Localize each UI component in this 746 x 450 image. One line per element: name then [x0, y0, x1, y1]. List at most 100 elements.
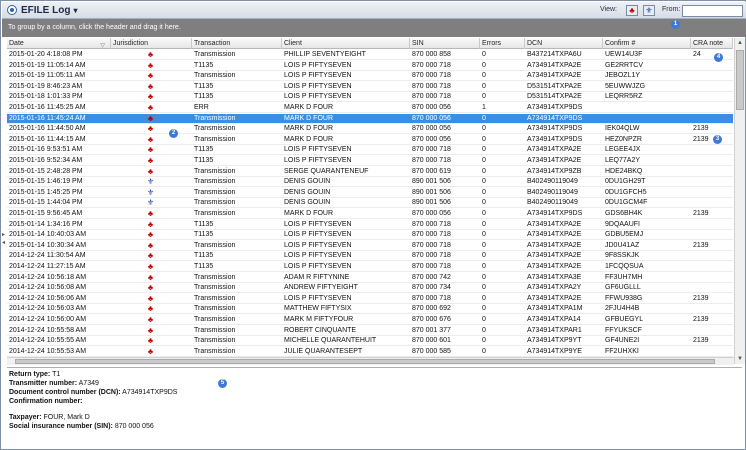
table-row[interactable]: 2014-12-24 11:30:54 AM ♣ T1135 LOIS P FIFTY… [7, 251, 733, 262]
transaction-cell: Transmission [194, 284, 236, 292]
table-row-selected[interactable]: 2015-01-16 11:45:24 AM ♣ Transmission MARK … [7, 113, 733, 124]
table-row[interactable]: 2014-12-24 10:56:03 AM ♣ Transmission MATTH… [7, 304, 733, 315]
column-header-date[interactable]: Date ▽ [7, 38, 111, 49]
dcn-cell: A734914TXPA2E [527, 241, 582, 249]
table-row[interactable]: 2015-01-15 2:48:28 PM ♣ Transmission SERGE … [7, 166, 733, 177]
errors-cell: 0 [482, 294, 486, 302]
table-row[interactable]: 2015-01-19 11:05:11 AM ♣ Transmission LOIS … [7, 71, 733, 82]
client-cell: LOIS P FIFTYSEVEN [284, 241, 352, 249]
fleur-de-lis-icon: ⚜ [147, 198, 155, 208]
from-date-input[interactable] [682, 5, 743, 17]
table-row[interactable]: 2015-01-16 9:52:34 AM ♣ T1135 LOIS P FIFTYS… [7, 156, 733, 166]
transaction-cell: Transmission [194, 337, 236, 345]
confirm-cell: FFWU938G [605, 294, 643, 302]
table-row[interactable]: 2014-12-24 10:56:00 AM ♣ Transmission MARK … [7, 315, 733, 325]
cra-note-cell: 2139 [693, 316, 709, 323]
transaction-cell: Transmission [194, 135, 236, 143]
column-header-jurisdiction[interactable]: Jurisdiction [111, 38, 192, 49]
window-title[interactable]: EFILE Log ▾ [21, 5, 77, 16]
scroll-down-icon[interactable]: ▼ [736, 355, 744, 363]
dcn-cell: A734914TXPA2E [527, 263, 582, 270]
maple-leaf-icon: ♣ [147, 219, 154, 229]
dcn-cell: A734914TXPAR1 [527, 326, 582, 334]
sin-cell: 870 000 056 [412, 114, 451, 122]
splitter-grip[interactable]: ▸ ◂ [2, 231, 6, 291]
date-cell: 2015-01-16 11:45:24 AM [9, 114, 86, 122]
table-row[interactable]: 2015-01-14 10:30:34 AM ♣ Transmission LOIS … [7, 240, 733, 251]
table-row[interactable]: 2015-01-14 10:40:03 AM ♣ T1135 LOIS P FIFTY… [7, 230, 733, 241]
table-row[interactable]: 2015-01-15 1:44:04 PM ⚜ Transmission DENIS … [7, 198, 733, 209]
filter-icon[interactable]: ▽ [100, 41, 105, 49]
table-row[interactable]: 2014-12-24 10:55:58 AM ♣ Transmission ROBER… [7, 325, 733, 336]
table-row[interactable]: 2015-01-19 11:05:14 AM ♣ T1135 LOIS P FIFTY… [7, 60, 733, 71]
cra-note-cell [691, 92, 733, 102]
table-row[interactable]: 2015-01-19 8:46:23 AM ♣ T1135 LOIS P FIFTYS… [7, 81, 733, 92]
scroll-up-icon[interactable]: ▲ [736, 39, 744, 47]
dcn-cell: B402490119049 [527, 178, 578, 186]
errors-cell: 0 [482, 337, 486, 345]
table-row[interactable]: 2014-12-24 10:55:55 AM ♣ Transmission MICHE… [7, 336, 733, 347]
view-canada-button[interactable]: ♣ [626, 5, 638, 16]
date-cell: 2015-01-15 1:46:19 PM [9, 178, 83, 186]
column-header-client[interactable]: Client [282, 38, 410, 49]
errors-cell: 0 [482, 252, 486, 260]
table-row[interactable]: 2014-12-24 10:56:06 AM ♣ Transmission LOIS … [7, 293, 733, 304]
cra-note-cell [691, 283, 733, 293]
client-cell: SERGE QUARANTENEUF [284, 167, 369, 175]
vertical-scroll-thumb[interactable] [736, 50, 744, 110]
table-row[interactable]: 2015-01-16 11:44:15 AM ♣ Transmission MARK … [7, 134, 733, 145]
transaction-cell: Transmission [194, 167, 236, 175]
chevron-down-icon[interactable]: ▾ [73, 6, 77, 15]
maple-leaf-icon: ♣ [147, 124, 154, 134]
detail-label: Transmitter number: [9, 380, 78, 387]
table-row[interactable]: 2015-01-16 11:45:25 AM ♣ ERR MARK D FOUR 870… [7, 103, 733, 113]
errors-cell: 0 [482, 347, 486, 355]
column-header-transaction[interactable]: Transaction [192, 38, 282, 49]
table-row[interactable]: 2015-01-16 11:44:50 AM ♣ Transmission MARK … [7, 124, 733, 135]
sin-cell: 870 000 718 [412, 61, 451, 69]
transaction-cell: T1135 [194, 93, 214, 101]
date-cell: 2014-12-24 11:27:15 AM [9, 263, 86, 270]
dcn-cell: A734914TXPA2E [527, 146, 582, 154]
table-row[interactable]: 2015-01-18 1:01:33 PM ♣ T1135 LOIS P FIFTYS… [7, 92, 733, 103]
table-row[interactable]: 2015-01-20 4:18:08 PM ♣ Transmission PHILLI… [7, 50, 733, 60]
dcn-cell: A734914TXPA2E [527, 231, 582, 239]
transaction-cell: T1135 [194, 263, 214, 270]
errors-cell: 0 [482, 125, 486, 133]
group-by-panel[interactable]: To group by a column, click the header a… [2, 19, 746, 37]
maple-leaf-icon: ♣ [147, 50, 154, 59]
column-header-dcn[interactable]: DCN [525, 38, 603, 49]
table-row[interactable]: 2014-12-24 11:27:15 AM ♣ T1135 LOIS P FIFTY… [7, 262, 733, 272]
date-cell: 2014-12-24 10:56:18 AM [9, 273, 87, 281]
table-row[interactable]: 2015-01-16 9:53:51 AM ♣ T1135 LOIS P FIFTYS… [7, 145, 733, 156]
errors-cell: 0 [482, 241, 486, 249]
table-row[interactable]: 2015-01-15 9:56:45 AM ♣ Transmission MARK D… [7, 209, 733, 219]
column-header-cra-note[interactable]: CRA note [691, 38, 733, 49]
sin-cell: 870 000 718 [412, 146, 451, 154]
cra-note-cell [691, 61, 733, 71]
transaction-cell: Transmission [194, 125, 236, 133]
vertical-scrollbar[interactable]: ▲ ▼ [734, 38, 745, 364]
column-header-errors[interactable]: Errors [480, 38, 525, 49]
table-row[interactable]: 2014-12-24 10:56:08 AM ♣ Transmission ANDRE… [7, 283, 733, 294]
maple-leaf-icon: ♣ [147, 71, 154, 81]
table-row[interactable]: 2014-12-24 10:55:53 AM ♣ Transmission JULIE… [7, 346, 733, 357]
horizontal-scrollbar[interactable] [7, 357, 734, 365]
horizontal-scroll-thumb[interactable] [15, 359, 715, 364]
transaction-cell: T1135 [194, 146, 214, 154]
view-quebec-button[interactable]: ⚜ [643, 5, 655, 16]
cra-note-cell [691, 156, 733, 166]
column-header-sin[interactable]: SIN [410, 38, 480, 49]
date-cell: 2014-12-24 10:56:00 AM [9, 316, 87, 323]
fleur-de-lis-icon: ⚜ [645, 6, 653, 15]
table-row[interactable]: 2015-01-15 1:45:25 PM ⚜ Transmission DENIS … [7, 187, 733, 198]
maple-leaf-icon: ♣ [147, 315, 154, 324]
client-cell: LOIS P FIFTYSEVEN [284, 61, 352, 69]
table-row[interactable]: 2014-12-24 10:56:18 AM ♣ Transmission ADAM … [7, 272, 733, 283]
table-row[interactable]: 2015-01-14 1:34:16 PM ♣ T1135 LOIS P FIFTYS… [7, 219, 733, 230]
sin-cell: 870 000 718 [412, 252, 451, 260]
table-row[interactable]: 2015-01-15 1:46:19 PM ⚜ Transmission DENIS … [7, 177, 733, 188]
detail-label: Social insurance number (SIN): [9, 423, 113, 430]
errors-cell: 0 [482, 146, 486, 154]
column-header-confirm[interactable]: Confirm # [603, 38, 691, 49]
